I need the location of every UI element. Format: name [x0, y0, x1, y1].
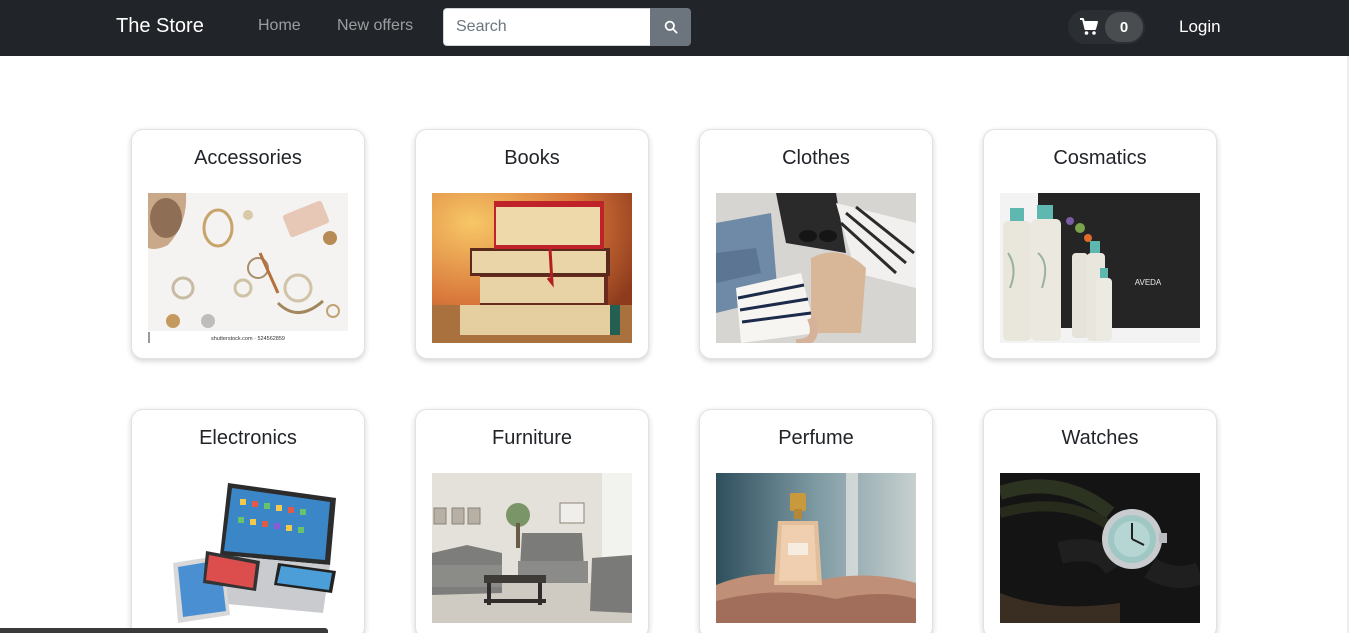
category-title: Cosmatics [1053, 147, 1147, 169]
category-image [432, 473, 632, 623]
cart-button[interactable]: 0 [1068, 10, 1145, 44]
nav-home-link[interactable]: Home [258, 17, 301, 35]
brand-logo[interactable]: The Store [116, 15, 204, 38]
category-image [716, 473, 916, 623]
box-brand-text: AVEDA [1135, 278, 1162, 287]
category-card-accessories[interactable]: Accessories shutterstock.com · 524562859 [131, 129, 365, 359]
search-input[interactable] [443, 8, 650, 46]
category-image: shutterstock.com · 524562859 [148, 193, 348, 343]
cart-icon [1080, 18, 1098, 35]
search-form [443, 8, 691, 46]
category-title: Accessories [194, 147, 302, 169]
nav-new-offers-link[interactable]: New offers [337, 17, 413, 35]
navbar: The Store Home New offers 0 Login [0, 0, 1349, 56]
category-image [432, 193, 632, 343]
category-card-clothes[interactable]: Clothes [699, 129, 933, 359]
image-caption: shutterstock.com · 524562859 [211, 336, 285, 342]
cart-count-badge: 0 [1105, 12, 1143, 42]
category-title: Watches [1061, 427, 1139, 449]
category-title: Electronics [199, 427, 297, 449]
category-card-furniture[interactable]: Furniture [415, 409, 649, 633]
category-image [1000, 473, 1200, 623]
category-image [148, 473, 348, 623]
category-card-perfume[interactable]: Perfume [699, 409, 933, 633]
category-title: Clothes [782, 147, 850, 169]
category-title: Books [504, 147, 560, 169]
category-card-watches[interactable]: Watches [983, 409, 1217, 633]
login-link[interactable]: Login [1179, 17, 1221, 37]
category-image: AVEDA [1000, 193, 1200, 343]
category-title: Perfume [778, 427, 854, 449]
horizontal-scrollbar[interactable] [0, 628, 328, 633]
category-card-books[interactable]: Books [415, 129, 649, 359]
category-card-cosmatics[interactable]: Cosmatics AVEDA [983, 129, 1217, 359]
search-icon [664, 20, 678, 34]
category-title: Furniture [491, 427, 573, 449]
category-card-electronics[interactable]: Electronics [131, 409, 365, 633]
search-button[interactable] [650, 8, 691, 46]
category-image [716, 193, 916, 343]
